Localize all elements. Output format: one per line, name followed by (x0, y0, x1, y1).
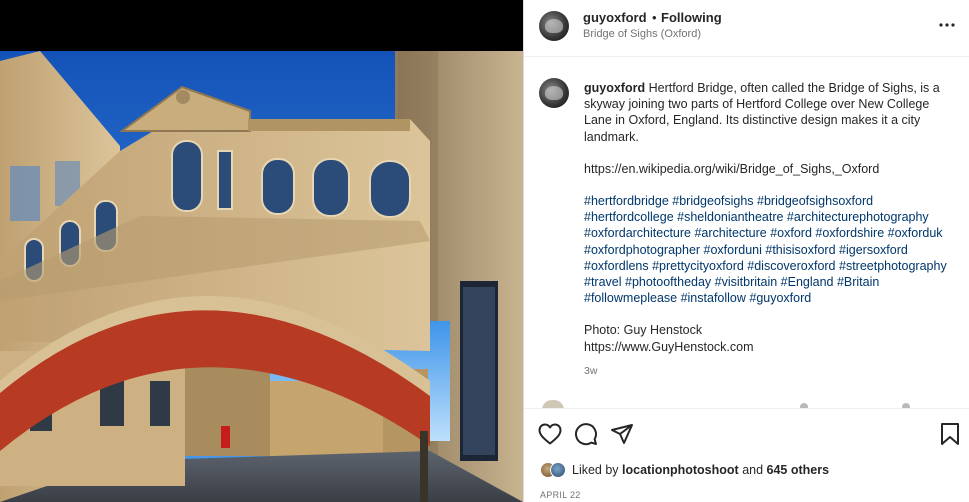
liker-avatar[interactable] (550, 462, 566, 478)
comment-icon (575, 423, 597, 446)
comment-button[interactable] (573, 421, 599, 447)
post-date[interactable]: APRIL 22 (540, 490, 581, 500)
caption-username[interactable]: guyoxford (584, 81, 645, 95)
location-link[interactable]: Bridge of Sighs (Oxford) (583, 28, 701, 40)
comments-section: guyoxford Hertford Bridge, often called … (524, 58, 969, 408)
share-button[interactable] (609, 421, 635, 447)
likes-others[interactable]: 645 others (767, 463, 830, 477)
author-avatar[interactable] (539, 11, 569, 41)
action-bar: Liked by locationphotoshoot and 645 othe… (524, 408, 969, 502)
bookmark-icon (941, 423, 959, 445)
likes-summary: Liked by locationphotoshoot and 645 othe… (540, 461, 829, 479)
author-username[interactable]: guyoxford (583, 10, 647, 25)
more-icon (939, 23, 955, 27)
more-options-button[interactable] (938, 16, 956, 34)
photo-panel (0, 0, 523, 502)
post-header: guyoxford • Following Bridge of Sighs (O… (524, 0, 969, 57)
following-button[interactable]: Following (661, 10, 722, 25)
heart-icon (538, 423, 562, 445)
post-caption: guyoxford Hertford Bridge, often called … (584, 80, 956, 379)
bridge-of-sighs-photo (0, 51, 523, 502)
next-comment-avatar (542, 400, 564, 408)
caption-author-avatar[interactable] (539, 78, 569, 108)
likes-prefix: Liked by (572, 463, 619, 477)
caption-hashtags[interactable]: #hertfordbridge #bridgeofsighs #bridgeof… (584, 193, 956, 306)
caption-credit: Photo: Guy Henstock (584, 323, 703, 338)
caption-timestamp[interactable]: 3w (584, 363, 956, 379)
like-button[interactable] (537, 421, 563, 447)
post-photo[interactable] (0, 51, 523, 502)
likes-middle: and (742, 463, 764, 477)
share-icon (611, 424, 633, 444)
caption-wiki-link[interactable]: https://en.wikipedia.org/wiki/Bridge_of_… (584, 161, 956, 177)
header-separator: • (652, 10, 657, 25)
caption-credit-link[interactable]: https://www.GuyHenstock.com (584, 339, 956, 355)
save-button[interactable] (937, 421, 963, 447)
post-sidebar: guyoxford • Following Bridge of Sighs (O… (523, 0, 969, 502)
likes-user[interactable]: locationphotoshoot (622, 463, 739, 477)
